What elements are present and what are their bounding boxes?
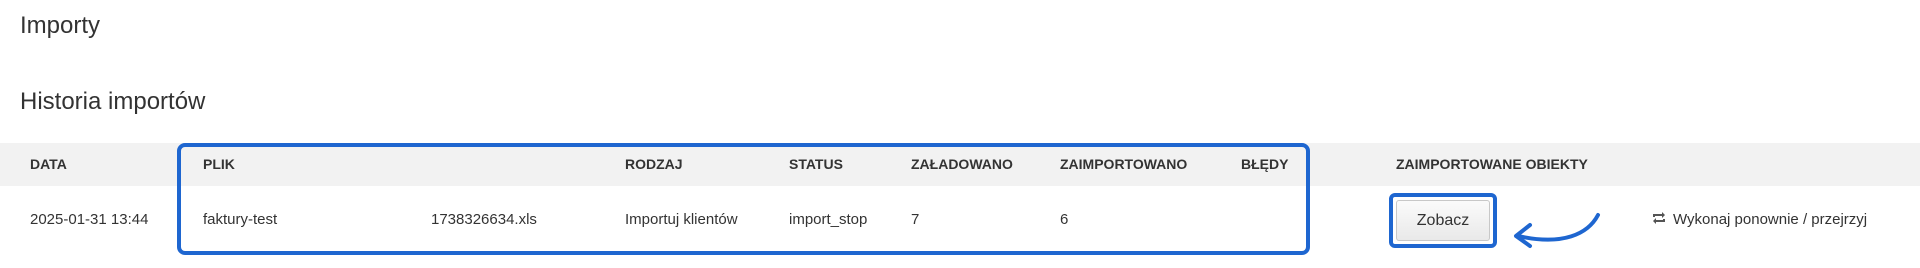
table-header: DATA PLIK RODZAJ STATUS ZAŁADOWANO ZAIMP…: [0, 143, 1920, 186]
retweet-icon: [1650, 186, 1668, 254]
column-header-type: RODZAJ: [625, 156, 683, 172]
column-header-date: DATA: [30, 156, 67, 172]
view-button[interactable]: Zobacz: [1396, 200, 1490, 241]
cell-status: import_stop: [789, 211, 868, 228]
view-button-highlight: Zobacz: [1389, 193, 1497, 248]
column-header-imported: ZAIMPORTOWANO: [1060, 156, 1188, 172]
cell-file-name: faktury-test: [203, 211, 278, 228]
section-title: Historia importów: [20, 88, 206, 115]
column-header-status: STATUS: [789, 156, 843, 172]
retry-link-label: Wykonaj ponownie / przejrzyj: [1673, 211, 1868, 228]
cell-imported: 6: [1060, 211, 1069, 228]
page-title: Importy: [20, 12, 101, 39]
column-header-errors: BŁĘDY: [1241, 156, 1289, 172]
column-header-imported-objects: ZAIMPORTOWANE OBIEKTY: [1396, 156, 1588, 172]
cell-type: Importuj klientów: [625, 211, 738, 228]
cell-file-suffix: 1738326634.xls: [431, 211, 537, 228]
column-header-file: PLIK: [203, 156, 235, 172]
retry-link[interactable]: Wykonaj ponownie / przejrzyj: [1650, 186, 1867, 254]
table-row: 2025-01-31 13:44 faktury-test 1738326634…: [0, 186, 1920, 254]
cell-loaded: 7: [911, 211, 920, 228]
cell-date: 2025-01-31 13:44: [30, 211, 149, 228]
curved-arrow-icon: [1514, 213, 1600, 248]
column-header-loaded: ZAŁADOWANO: [911, 156, 1013, 172]
